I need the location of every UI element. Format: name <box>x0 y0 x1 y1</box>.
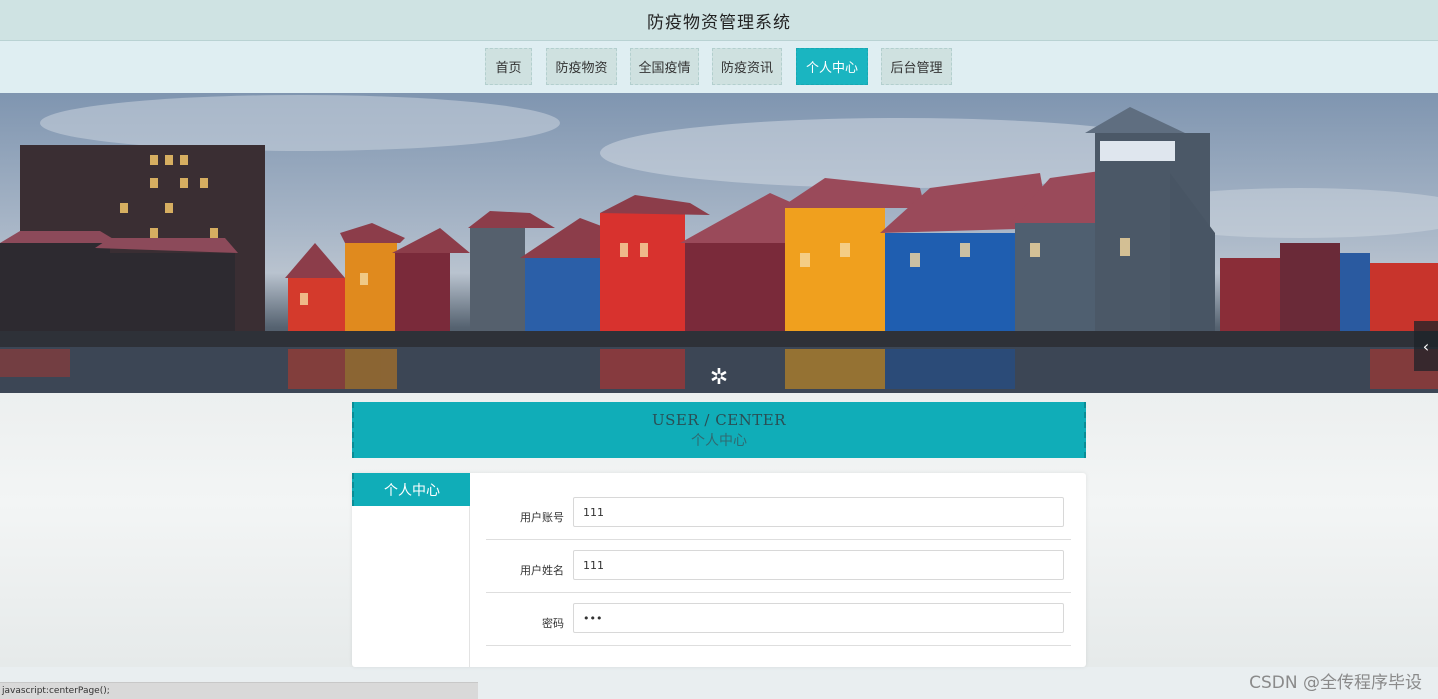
form-row-name: 用户姓名 <box>486 540 1071 593</box>
account-label: 用户账号 <box>520 511 564 524</box>
site-header: 防疫物资管理系统 <box>0 0 1438 41</box>
browser-status-bar: javascript:centerPage(); <box>0 682 478 699</box>
password-input[interactable] <box>573 603 1064 633</box>
watermark-text: CSDN @全传程序毕设 <box>1249 673 1422 693</box>
hero-banner[interactable]: ‹ ✲ <box>0 93 1438 393</box>
nav-item-admin[interactable]: 后台管理 <box>881 48 952 85</box>
side-menu: 个人中心 <box>352 473 470 667</box>
user-center-title-cn: 个人中心 <box>691 433 747 449</box>
loading-spinner-icon: ✲ <box>709 365 729 390</box>
nav-item-user-center[interactable]: 个人中心 <box>796 48 868 85</box>
form-row-password: 密码 <box>486 593 1071 646</box>
site-title: 防疫物资管理系统 <box>647 13 791 33</box>
nav-item-epidemic[interactable]: 全国疫情 <box>630 48 699 85</box>
nav-item-supplies[interactable]: 防疫物资 <box>546 48 617 85</box>
banner-image <box>0 95 1438 393</box>
user-center-title-bar: USER / CENTER 个人中心 <box>352 402 1086 458</box>
nav-item-news[interactable]: 防疫资讯 <box>712 48 782 85</box>
user-center-panel: 个人中心 用户账号 用户姓名 密码 <box>352 473 1086 667</box>
chevron-left-icon[interactable]: ‹ <box>1414 321 1438 371</box>
password-label: 密码 <box>542 617 564 630</box>
name-label: 用户姓名 <box>520 564 564 577</box>
form-row-account: 用户账号 <box>486 487 1071 540</box>
user-center-title-en: USER / CENTER <box>651 411 787 429</box>
side-menu-item-user-center[interactable]: 个人中心 <box>352 473 470 506</box>
main-nav: 首页 防疫物资 全国疫情 防疫资讯 个人中心 后台管理 <box>0 41 1438 93</box>
name-input[interactable] <box>573 550 1064 580</box>
account-input[interactable] <box>573 497 1064 527</box>
nav-item-home[interactable]: 首页 <box>485 48 532 85</box>
